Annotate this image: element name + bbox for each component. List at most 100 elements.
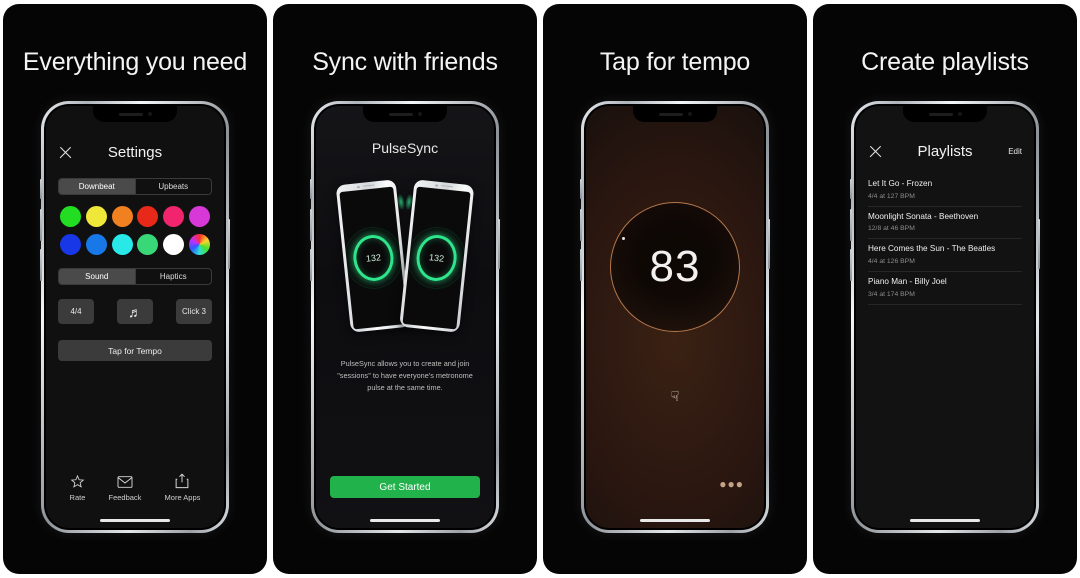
footer-item-feedback[interactable]: Feedback xyxy=(108,475,142,502)
paired-devices-illustration: 132 132 xyxy=(330,179,480,333)
click-sound-button[interactable]: Click 3 xyxy=(176,299,212,324)
pulsesync-title: PulseSync xyxy=(371,140,439,156)
gallery-panel-everything-you-need[interactable]: Everything you need Settings Downbeat Up… xyxy=(3,4,267,574)
color-swatch-orange[interactable] xyxy=(111,206,133,227)
playlist-item-subtitle: 4/4 at 127 BPM xyxy=(868,192,915,200)
get-started-button[interactable]: Get Started xyxy=(330,476,480,498)
phone-mute-switch xyxy=(310,179,312,199)
playlists-screen: Playlists Edit Let It Go - Frozen 4/4 at… xyxy=(856,106,1034,528)
beat-mode-segmented-control[interactable]: Downbeat Upbeats xyxy=(58,178,212,195)
playlist-item-title: Let It Go - Frozen xyxy=(868,179,933,188)
phone-volume-down-button xyxy=(580,249,582,281)
playlist-item-subtitle: 3/4 at 174 BPM xyxy=(868,290,915,298)
playlist-list: Let It Go - Frozen 4/4 at 127 BPM Moonli… xyxy=(868,174,1022,305)
color-swatch-red[interactable] xyxy=(137,206,159,227)
playlist-item-title: Moonlight Sonata - Beethoven xyxy=(868,211,979,221)
color-swatch-magenta[interactable] xyxy=(188,206,210,227)
phone-notch xyxy=(633,106,717,122)
phone-mockup: Playlists Edit Let It Go - Frozen 4/4 at… xyxy=(850,101,1040,533)
segment-sound[interactable]: Sound xyxy=(59,269,135,284)
output-mode-segmented-control[interactable]: Sound Haptics xyxy=(58,268,212,285)
segment-upbeats[interactable]: Upbeats xyxy=(134,179,212,194)
screenshot-gallery: Everything you need Settings Downbeat Up… xyxy=(0,0,1080,578)
earpiece-speaker-icon xyxy=(118,112,143,116)
phone-mute-switch xyxy=(40,179,42,199)
gallery-panel-create-playlists[interactable]: Create playlists Playlists Edit Let It G… xyxy=(813,4,1077,574)
bpm-value: 83 xyxy=(649,242,701,291)
color-swatch-spring-green[interactable] xyxy=(137,234,159,255)
playlists-header: Playlists Edit xyxy=(868,140,1022,162)
settings-footer: Rate Feedback More Apps xyxy=(46,473,224,502)
panel-title: Everything you need xyxy=(22,48,248,76)
tap-hand-icon[interactable]: ☟ xyxy=(671,389,680,403)
front-camera-icon xyxy=(687,112,692,116)
phone-volume-up-button xyxy=(40,209,42,241)
playlist-item-title: Piano Man - Billy Joel xyxy=(868,276,947,286)
star-icon xyxy=(70,474,85,488)
edit-button[interactable]: Edit xyxy=(1008,147,1022,156)
color-swatch-cyan[interactable] xyxy=(111,234,133,255)
footer-label-feedback: Feedback xyxy=(108,493,142,502)
gallery-panel-sync-with-friends[interactable]: Sync with friends PulseSync 132 132 Puls… xyxy=(273,4,537,574)
phone-notch xyxy=(903,106,987,122)
list-item[interactable]: Here Comes the Sun - The Beatles 4/4 at … xyxy=(868,239,1022,272)
phone-volume-up-button xyxy=(850,209,852,241)
playlist-item-subtitle: 12/8 at 46 BPM xyxy=(868,225,915,233)
home-indicator xyxy=(100,519,170,522)
ellipsis-icon[interactable]: ●●● xyxy=(719,478,744,490)
list-item[interactable]: Piano Man - Billy Joel 3/4 at 174 BPM xyxy=(868,272,1022,305)
front-camera-icon xyxy=(435,183,438,187)
playlists-title: Playlists xyxy=(917,142,973,160)
color-swatch-grid[interactable] xyxy=(58,206,212,255)
earpiece-speaker-icon xyxy=(928,112,953,116)
color-swatch-pink[interactable] xyxy=(162,206,184,227)
tempo-screen[interactable]: 83 ☟ ●●● xyxy=(586,106,764,528)
color-swatch-rainbow[interactable] xyxy=(188,234,210,255)
panel-title: Tap for tempo xyxy=(599,48,751,76)
phone-mockup: Settings Downbeat Upbeats Sound Haptics … xyxy=(40,101,230,533)
phone-volume-up-button xyxy=(310,209,312,241)
color-swatch-yellow[interactable] xyxy=(85,206,107,227)
segment-downbeat[interactable]: Downbeat xyxy=(59,179,135,194)
home-indicator xyxy=(910,519,980,522)
tempo-dial[interactable]: 83 xyxy=(610,202,740,332)
phone-volume-down-button xyxy=(40,249,42,281)
playlist-item-subtitle: 4/4 at 126 BPM xyxy=(868,257,915,265)
gallery-panel-tap-for-tempo[interactable]: Tap for tempo 83 ☟ ●●● xyxy=(543,4,807,574)
list-item[interactable]: Moonlight Sonata - Beethoven 12/8 at 46 … xyxy=(868,207,1022,240)
color-swatch-blue[interactable] xyxy=(60,234,82,255)
panel-title: Create playlists xyxy=(861,48,1029,76)
music-note-icon: ♬ xyxy=(128,303,142,320)
subdivision-button[interactable]: ♬ xyxy=(117,299,153,324)
front-camera-icon xyxy=(147,112,152,116)
phone-notch xyxy=(93,106,177,122)
footer-item-more-apps[interactable]: More Apps xyxy=(164,473,201,502)
front-camera-icon xyxy=(357,185,360,189)
phone-mute-switch xyxy=(580,179,582,199)
color-swatch-green[interactable] xyxy=(60,206,82,227)
footer-label-more-apps: More Apps xyxy=(164,493,201,502)
list-item[interactable]: Let It Go - Frozen 4/4 at 127 BPM xyxy=(868,174,1022,207)
pulse-halo xyxy=(404,224,469,292)
time-signature-button[interactable]: 4/4 xyxy=(58,299,94,324)
color-swatch-white[interactable] xyxy=(162,234,184,255)
color-swatch-light-blue[interactable] xyxy=(85,234,107,255)
phone-notch xyxy=(363,106,447,122)
phone-volume-up-button xyxy=(580,209,582,241)
envelope-icon xyxy=(117,476,133,488)
home-indicator xyxy=(640,519,710,522)
phone-power-button xyxy=(498,219,500,269)
earpiece-speaker-icon xyxy=(362,184,375,188)
phone-mockup: PulseSync 132 132 PulseSync allows you t… xyxy=(310,101,500,533)
pulse-halo xyxy=(341,224,406,292)
segment-haptics[interactable]: Haptics xyxy=(134,269,212,284)
phone-power-button xyxy=(768,219,770,269)
phone-volume-down-button xyxy=(310,249,312,281)
footer-item-rate[interactable]: Rate xyxy=(70,474,85,502)
phone-mockup: 83 ☟ ●●● xyxy=(580,101,770,533)
phone-power-button xyxy=(228,219,230,269)
share-icon xyxy=(176,473,189,489)
home-indicator xyxy=(370,519,440,522)
phone-power-button xyxy=(1038,219,1040,269)
tap-for-tempo-button[interactable]: Tap for Tempo xyxy=(58,340,212,361)
